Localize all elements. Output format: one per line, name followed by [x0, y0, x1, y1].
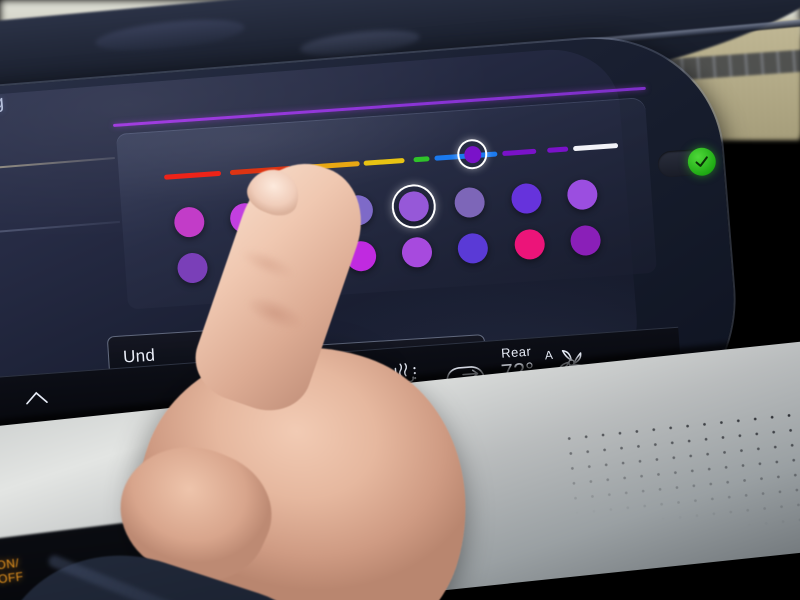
expand-chevron-up-icon[interactable] [23, 388, 50, 408]
infotainment-scene: ting e Und Theme Set to Drive Mode [0, 0, 800, 600]
finger-shadow [190, 300, 450, 530]
color-swatch[interactable] [173, 206, 206, 239]
selected-swatch-ring [390, 182, 438, 230]
color-swatch[interactable] [513, 228, 546, 261]
page-title: ting [0, 91, 6, 116]
fan-auto-label: A [544, 348, 554, 363]
lighting-enable-toggle[interactable] [657, 146, 717, 178]
color-swatch[interactable] [566, 178, 599, 211]
slider-segment[interactable] [502, 148, 537, 157]
color-swatch[interactable] [509, 182, 543, 215]
color-swatch[interactable] [457, 232, 490, 265]
slider-segment[interactable] [413, 156, 430, 163]
color-swatch[interactable] [176, 251, 209, 284]
color-swatch[interactable] [400, 236, 433, 269]
color-swatch[interactable] [569, 224, 602, 257]
check-icon [695, 156, 708, 167]
left-menu-panel[interactable]: ting e [0, 68, 137, 292]
menu-divider-top [0, 157, 115, 171]
menu-divider-bottom [0, 220, 120, 235]
lighting-color-card [116, 97, 657, 310]
onoff-button[interactable]: ON/ OFF [0, 553, 56, 600]
color-swatch[interactable] [341, 194, 374, 227]
color-swatch[interactable] [288, 244, 321, 277]
color-swatch[interactable] [453, 186, 486, 219]
slider-handle-fill [463, 145, 482, 164]
slider-segment[interactable] [547, 146, 569, 153]
color-swatch[interactable] [229, 202, 262, 235]
color-swatch[interactable] [344, 240, 377, 273]
color-swatch[interactable] [232, 248, 265, 281]
color-swatch[interactable] [285, 198, 318, 231]
